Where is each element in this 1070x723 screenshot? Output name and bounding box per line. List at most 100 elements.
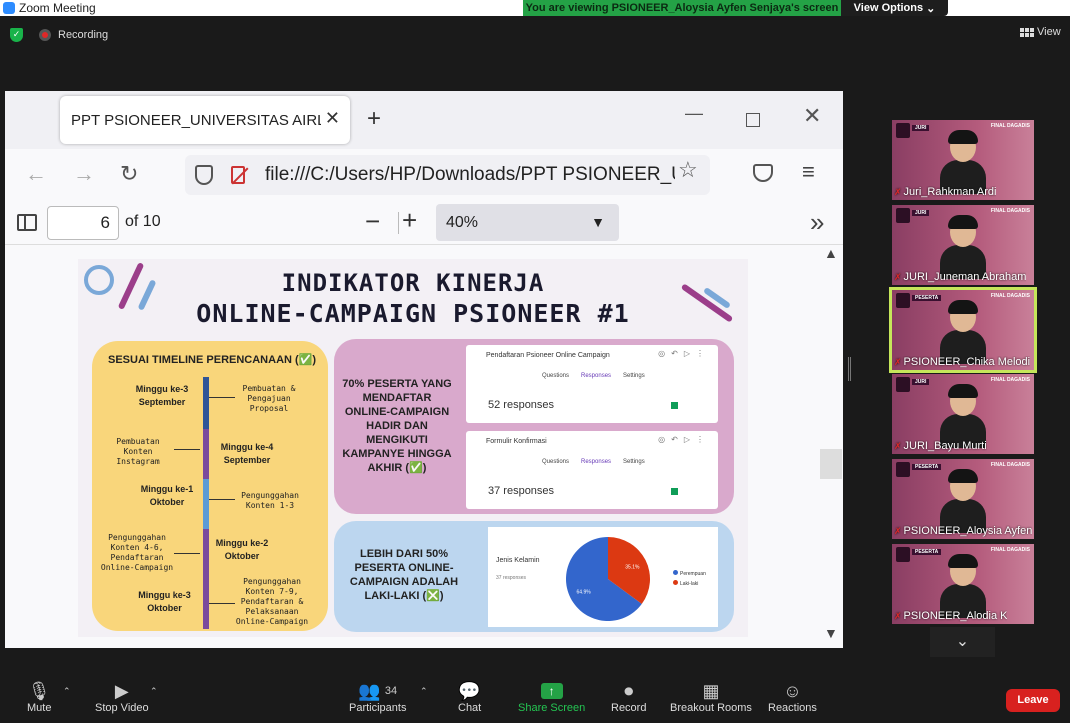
role-badge: JURI bbox=[912, 379, 930, 385]
window-title: Zoom Meeting bbox=[19, 1, 96, 15]
window-close-icon[interactable]: ✕ bbox=[803, 103, 821, 129]
share-screen-icon: ↑ bbox=[540, 680, 563, 702]
timeline-task: Pengunggahan Konten 7-9, Pendaftaran & P… bbox=[235, 577, 309, 626]
slide-page: INDIKATOR KINERJA ONLINE-CAMPAIGN PSIONE… bbox=[78, 259, 748, 637]
timeline-connector bbox=[174, 553, 200, 554]
participant-tile[interactable]: PESERTA FINAL DAGADIS ✗ PSIONEER_Aloysia Ay… bbox=[892, 459, 1034, 539]
role-badge: JURI bbox=[912, 210, 930, 216]
chevron-down-icon[interactable]: ⌄ bbox=[930, 627, 995, 657]
close-icon[interactable]: ✕ bbox=[325, 108, 340, 129]
event-label: FINAL DAGADIS bbox=[990, 377, 1030, 383]
breakout-rooms-button[interactable]: ▦ Breakout Rooms bbox=[670, 680, 752, 715]
form-card-registration: Pendaftaran Psioneer Online Campaign ◎↶▷… bbox=[466, 345, 718, 423]
leave-button[interactable]: Leave bbox=[1006, 689, 1060, 712]
view-label: View bbox=[1037, 26, 1061, 38]
scrollbar-thumb[interactable] bbox=[820, 449, 842, 479]
zoom-select[interactable]: 40% ▼ bbox=[436, 204, 619, 241]
zoom-out-icon[interactable]: − bbox=[365, 206, 380, 237]
sidebar-toggle-icon[interactable] bbox=[17, 214, 37, 231]
insecure-lock-icon[interactable] bbox=[231, 166, 245, 184]
mute-button[interactable]: 🎙 Mute bbox=[27, 680, 51, 715]
scroll-down-icon[interactable]: ▼ bbox=[824, 625, 838, 641]
participant-count: 34 bbox=[384, 685, 398, 697]
forward-arrow-icon[interactable]: → bbox=[73, 161, 95, 187]
chevron-up-icon[interactable]: ⌃ bbox=[420, 686, 428, 697]
form-responses: 37 responses bbox=[488, 485, 555, 497]
encryption-shield-icon[interactable]: ✓ bbox=[10, 28, 23, 42]
new-tab-icon[interactable]: + bbox=[367, 105, 381, 133]
shield-icon[interactable] bbox=[195, 165, 213, 185]
maximize-icon[interactable] bbox=[746, 113, 760, 127]
participant-tile[interactable]: PESERTA FINAL DAGADIS ✗ PSIONEER_Alodia K bbox=[892, 544, 1034, 624]
pdf-toolbar: 6 of 10 − + 40% ▼ » bbox=[5, 201, 843, 245]
reactions-button[interactable]: ☺ Reactions bbox=[768, 680, 817, 715]
attendance-panel: 70% PESERTA YANG MENDAFTAR ONLINE-CAMPAI… bbox=[334, 339, 734, 514]
shared-screen: PPT PSIONEER_UNIVERSITAS AIRLANGGA ✕ + —… bbox=[5, 91, 843, 648]
reload-icon[interactable]: ↻ bbox=[120, 161, 138, 187]
participant-tile[interactable]: JURI FINAL DAGADIS ✗ JURI_Bayu Murti bbox=[892, 374, 1034, 454]
participant-name-text: Juri_Rahkman Ardi bbox=[903, 186, 997, 198]
bookmark-star-icon[interactable]: ☆ bbox=[678, 157, 698, 183]
zoom-in-icon[interactable]: + bbox=[402, 205, 417, 236]
gender-text: LEBIH DARI 50% PESERTA ONLINE-CAMPAIGN A… bbox=[349, 548, 459, 602]
video-hair bbox=[948, 300, 978, 314]
view-options-button[interactable]: View Options ⌄ bbox=[841, 0, 948, 16]
chevron-up-icon[interactable]: ⌃ bbox=[150, 686, 158, 697]
double-chevron-right-icon[interactable]: » bbox=[810, 207, 824, 238]
participant-name-text: JURI_Juneman Abraham bbox=[903, 271, 1027, 283]
chat-button[interactable]: 💬 Chat bbox=[458, 680, 481, 715]
minimize-icon[interactable]: — bbox=[685, 103, 703, 124]
page-total-label: of 10 bbox=[125, 213, 161, 230]
record-button[interactable]: ⏺ Record bbox=[611, 680, 646, 715]
url-text[interactable]: file:///C:/Users/HP/Downloads/PPT PSIONE… bbox=[265, 164, 675, 186]
stop-video-button[interactable]: ▶ Stop Video bbox=[95, 680, 149, 715]
browser-tab[interactable]: PPT PSIONEER_UNIVERSITAS AIRLANGGA ✕ bbox=[60, 96, 350, 144]
page-number-input[interactable]: 6 bbox=[47, 206, 119, 240]
form-toolbar-icons: ◎↶▷⋮ bbox=[658, 349, 710, 358]
back-arrow-icon[interactable]: ← bbox=[25, 161, 47, 187]
legend-item: Laki-laki bbox=[673, 579, 706, 589]
meeting-toolbar: 🎙 Mute ⌃ ▶ Stop Video ⌃ 👥 34 Participants… bbox=[0, 668, 1070, 723]
participant-name: ✗ PSIONEER_Aloysia Ayfen bbox=[894, 525, 1032, 537]
event-label: FINAL DAGADIS bbox=[990, 462, 1030, 468]
form-tab: Questions bbox=[542, 373, 570, 379]
legend-dot bbox=[673, 580, 678, 585]
chevron-up-icon[interactable]: ⌃ bbox=[63, 686, 71, 697]
pdf-viewer[interactable]: ▲ ▼ INDIKATOR KINERJA ONLINE-CAMPAIGN PS… bbox=[5, 245, 843, 648]
participant-tile[interactable]: JURI FINAL DAGADIS ✗ JURI_Juneman Abraham bbox=[892, 205, 1034, 285]
event-logo-icon bbox=[896, 462, 910, 477]
hamburger-menu-icon[interactable]: ≡ bbox=[802, 159, 815, 185]
timeline-task: Pembuatan Konten Instagram bbox=[116, 437, 160, 466]
pie-legend: Perempuan Laki-laki bbox=[673, 569, 706, 589]
timeline-week: Minggu ke-1 Oktober bbox=[140, 484, 194, 507]
scroll-up-icon[interactable]: ▲ bbox=[824, 245, 838, 261]
legend-label: Laki-laki bbox=[680, 581, 699, 587]
participants-button[interactable]: 👥 34 Participants bbox=[349, 680, 406, 715]
gender-panel: LEBIH DARI 50% PESERTA ONLINE-CAMPAIGN A… bbox=[334, 521, 734, 632]
slide-title-line1: INDIKATOR KINERJA bbox=[281, 269, 545, 297]
video-hair bbox=[948, 384, 978, 398]
role-badge: PESERTA bbox=[912, 549, 942, 555]
view-button[interactable]: View bbox=[1020, 26, 1061, 38]
video-camera-icon: ▶ bbox=[114, 680, 129, 701]
form-tab: Responses bbox=[581, 373, 612, 379]
timeline-segment bbox=[203, 529, 209, 581]
form-name: Formulir Konfirmasi bbox=[486, 438, 547, 445]
sheets-icon bbox=[671, 488, 678, 495]
timeline-task: Pembuatan & Pengajuan Proposal bbox=[242, 384, 296, 413]
participant-video bbox=[940, 215, 986, 279]
participant-name-text: PSIONEER_Aloysia Ayfen bbox=[903, 525, 1032, 537]
participant-tile[interactable]: JURI FINAL DAGADIS ✗ Juri_Rahkman Ardi bbox=[892, 120, 1034, 200]
participant-tile[interactable]: PESERTA FINAL DAGADIS ✗ PSIONEER_Chika Melo… bbox=[889, 287, 1037, 373]
form-name: Pendaftaran Psioneer Online Campaign bbox=[486, 352, 610, 359]
pocket-icon[interactable] bbox=[753, 164, 773, 182]
muted-mic-icon: ✗ bbox=[894, 271, 902, 282]
address-bar[interactable]: file:///C:/Users/HP/Downloads/PPT PSIONE… bbox=[185, 155, 710, 195]
resize-handle[interactable] bbox=[848, 357, 851, 381]
participant-name: ✗ JURI_Juneman Abraham bbox=[894, 271, 1026, 283]
event-logo-icon bbox=[896, 293, 910, 308]
timeline-week: Minggu ke-4 September bbox=[220, 442, 274, 465]
event-logo-icon bbox=[896, 208, 910, 223]
share-screen-label: Share Screen bbox=[518, 702, 586, 714]
share-screen-button[interactable]: ↑ Share Screen bbox=[518, 680, 585, 714]
